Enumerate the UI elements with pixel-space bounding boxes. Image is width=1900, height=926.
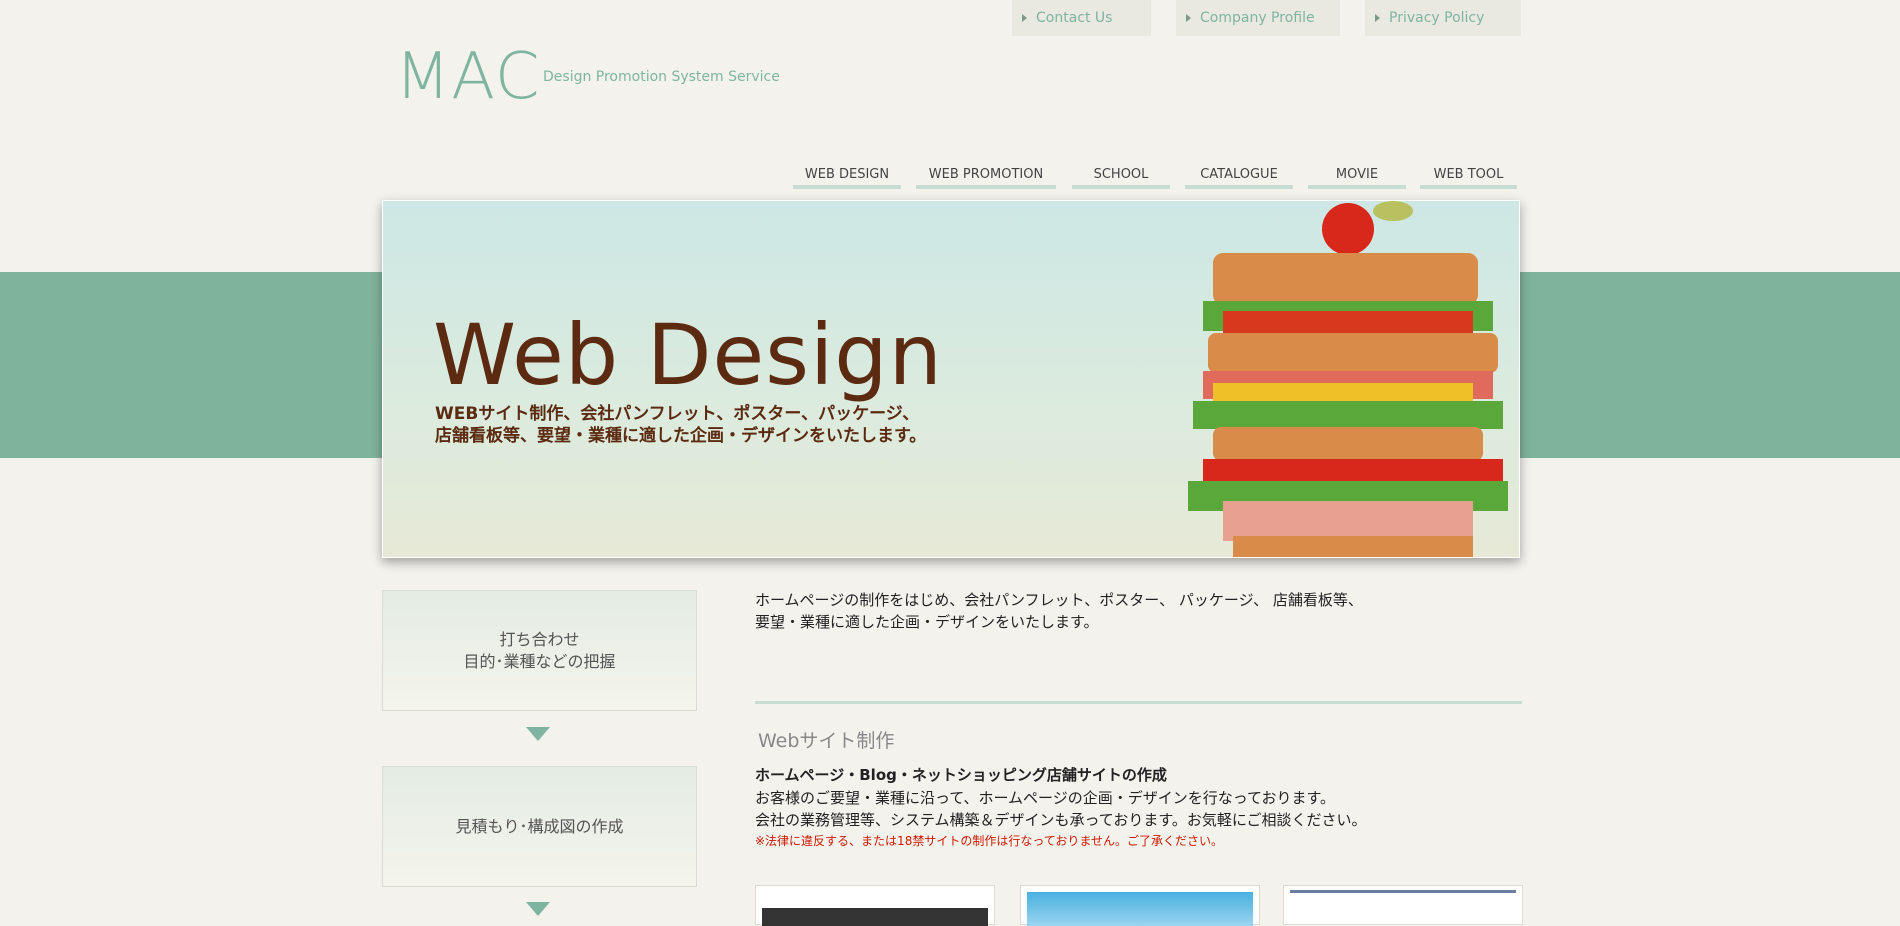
nav-web-promotion[interactable]: WEB PROMOTION (916, 166, 1056, 189)
nav-web-design[interactable]: WEB DESIGN (793, 166, 901, 189)
link-label: Contact Us (1036, 10, 1113, 26)
nav-catalogue[interactable]: CATALOGUE (1185, 166, 1293, 189)
contact-us-link[interactable]: Contact Us (1012, 0, 1151, 36)
step-label: 目的･業種などの把握 (463, 651, 616, 671)
triangle-right-icon (1022, 14, 1027, 22)
portfolio-thumbnail[interactable] (1283, 885, 1523, 925)
section-bold: ホームページ・Blog・ネットショッピング店舗サイトの作成 (755, 766, 1167, 784)
arrow-down-icon (526, 902, 550, 916)
nav-movie[interactable]: MOVIE (1308, 166, 1406, 189)
intro-text: ホームページの制作をはじめ、会社パンフレット、ポスター、 パッケージ、 店舗看板… (755, 591, 1363, 631)
step-meeting: 打ち合わせ 目的･業種などの把握 (382, 590, 697, 711)
nav-school[interactable]: SCHOOL (1072, 166, 1170, 189)
section-text: お客様のご要望・業種に沿って、ホームページの企画・デザインを行なっております。 (755, 789, 1336, 807)
section-text: 会社の業務管理等、システム構築＆デザインも承っております。お気軽にご相談ください… (755, 811, 1367, 829)
privacy-policy-link[interactable]: Privacy Policy (1365, 0, 1521, 36)
logo[interactable]: MAC (395, 40, 541, 114)
nav-web-tool[interactable]: WEB TOOL (1420, 166, 1517, 189)
section-heading: Webサイト制作 (758, 730, 895, 752)
triangle-right-icon (1375, 14, 1380, 22)
sandwich-image (1188, 201, 1508, 557)
hero-banner: Web Design WEBサイト制作、会社パンフレット、ポスター、パッケージ、… (382, 200, 1520, 558)
banner-title: Web Design (433, 306, 943, 404)
banner-subtitle: 店舗看板等、要望・業種に適した企画・デザインをいたします。 (435, 426, 927, 446)
portfolio-thumbnail[interactable] (1020, 885, 1260, 926)
divider (755, 701, 1522, 704)
arrow-down-icon (526, 727, 550, 741)
notice-text: ※法律に違反する、または18禁サイトの制作は行なっておりません。ご了承ください。 (755, 834, 1224, 848)
tagline: Design Promotion System Service (543, 69, 780, 85)
link-label: Company Profile (1200, 10, 1315, 26)
triangle-right-icon (1186, 14, 1191, 22)
step-estimate: 見積もり･構成図の作成 (382, 766, 697, 887)
step-label: 打ち合わせ (499, 629, 580, 649)
company-profile-link[interactable]: Company Profile (1176, 0, 1340, 36)
link-label: Privacy Policy (1389, 10, 1485, 26)
portfolio-thumbnail[interactable] (755, 885, 995, 926)
step-label: 見積もり･構成図の作成 (455, 816, 624, 836)
